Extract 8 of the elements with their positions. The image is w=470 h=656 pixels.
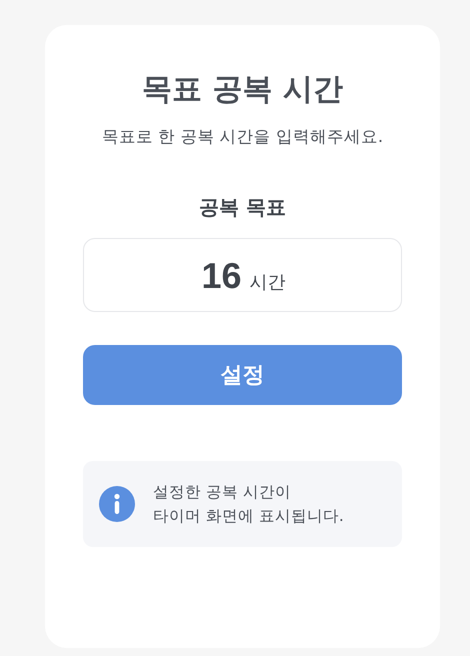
page-title: 목표 공복 시간 [141, 71, 344, 109]
goal-label: 공복 목표 [199, 194, 286, 221]
subtitle: 목표로 한 공복 시간을 입력해주세요. [100, 126, 384, 148]
info-icon [99, 486, 135, 522]
unit-label: 시간 [250, 271, 286, 294]
hours-input[interactable]: 16 [199, 255, 242, 297]
hours-field[interactable]: 16 시간 [83, 238, 402, 312]
info-text: 설정한 공복 시간이 타이머 화면에 표시됩니다. [153, 482, 344, 527]
